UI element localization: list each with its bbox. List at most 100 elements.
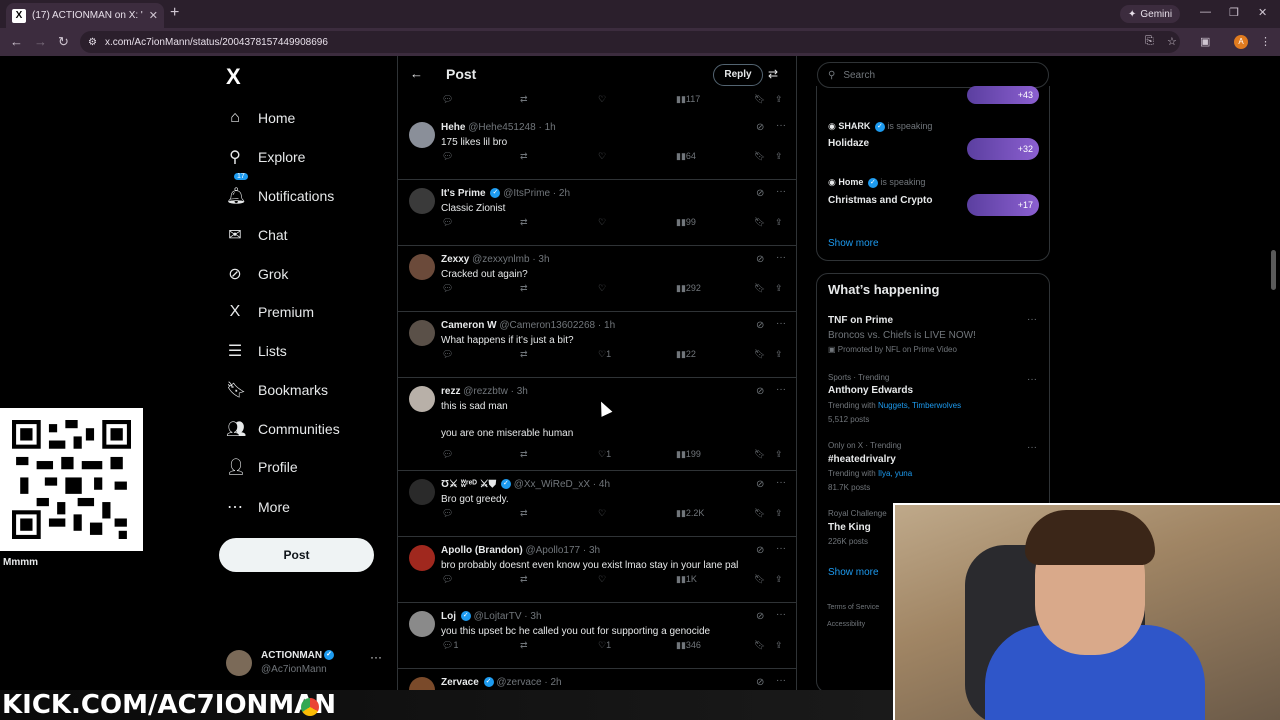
tweet-time[interactable]: · 2h [553, 188, 570, 199]
reply-icon[interactable]: 💬︎ [442, 217, 453, 228]
author-handle[interactable]: @zexxynlmb [472, 254, 529, 265]
footer-accessibility[interactable]: Accessibility [827, 621, 865, 628]
space-title[interactable]: Christmas and Crypto [828, 195, 932, 206]
side-panel-icon[interactable]: ▣ [1200, 35, 1210, 48]
grok-icon[interactable]: ⊘ [756, 611, 764, 622]
grok-icon[interactable]: ⊘ [756, 677, 764, 688]
author-handle[interactable]: @Hehe451248 [468, 122, 535, 133]
bookmark-icon[interactable]: 🔖︎ [754, 574, 765, 585]
bookmark-icon[interactable]: 🔖︎ [754, 94, 765, 105]
reply-icon[interactable]: 💬︎ [442, 349, 453, 360]
new-tab-icon[interactable]: + [170, 5, 179, 21]
avatar[interactable] [409, 254, 435, 280]
nav-item-chat[interactable]: ✉ Chat [226, 220, 287, 250]
tweet-time[interactable]: · 3h [583, 545, 600, 556]
author-handle[interactable]: @zervace [496, 677, 541, 688]
reply-tweet[interactable]: Apollo (Brandon) @Apollo177 · 3h ⊘ ··· bro … [398, 537, 796, 603]
grok-icon[interactable]: ⊘ [756, 479, 764, 490]
more-dots-icon[interactable]: ··· [776, 318, 786, 329]
nav-item-premium[interactable]: X Premium [226, 297, 314, 327]
retweet-icon[interactable]: ⇄ [520, 449, 528, 460]
more-dots-icon[interactable]: ··· [776, 477, 786, 488]
retweet-icon[interactable]: ⇄ [520, 151, 528, 162]
more-dots-icon[interactable]: ··· [370, 650, 382, 664]
retweet-icon[interactable]: ⇄ [520, 283, 528, 294]
retweet-icon[interactable]: ⇄ [520, 217, 528, 228]
author-name[interactable]: rezz [441, 386, 460, 397]
author-name[interactable]: Loj [441, 611, 456, 622]
minimize-icon[interactable]: — [1200, 6, 1211, 18]
author-name[interactable]: Apollo (Brandon) [441, 545, 523, 556]
tweet-time[interactable]: · 2h [544, 677, 561, 688]
back-icon[interactable]: ← [10, 34, 23, 49]
views-icon[interactable]: ▮▮ 22 [676, 349, 696, 360]
filter-icon[interactable]: ⇄ [768, 67, 778, 81]
author-name[interactable]: Hehe [441, 122, 465, 133]
tweet-time[interactable]: · 1h [598, 320, 615, 331]
reply-tweet[interactable]: Zexxy @zexxynlmb · 3h ⊘ ··· Cracked out aga… [398, 246, 796, 312]
reply-icon[interactable]: 💬︎ [442, 94, 453, 105]
author-name[interactable]: Zexxy [441, 254, 469, 265]
grok-icon[interactable]: ⊘ [756, 254, 764, 265]
browser-menu-icon[interactable]: ⋮ [1260, 35, 1271, 48]
site-info-icon[interactable]: ⚙ [88, 37, 97, 48]
bookmark-star-icon[interactable]: ☆ [1167, 35, 1177, 48]
maximize-icon[interactable]: ❐ [1229, 6, 1239, 19]
bookmark-icon[interactable]: 🔖︎ [754, 283, 765, 294]
avatar[interactable] [409, 188, 435, 214]
close-tab-icon[interactable]: ✕ [149, 9, 158, 22]
reply-tweet[interactable]: Ʊ⚔ ʬʳᵉᴰ ⚔⛊ ✓ @Xx_WiReD_xX · 4h ⊘ ··· Bro go… [398, 471, 796, 537]
trend-more-icon[interactable]: ··· [1027, 374, 1037, 385]
tweet-time[interactable]: · 3h [524, 611, 541, 622]
nav-item-more[interactable]: ⋯ More [226, 492, 290, 522]
post-button[interactable]: Post [219, 538, 374, 572]
reply-tweet[interactable]: rezz @rezzbtw · 3h ⊘ ··· this is sad man you… [398, 378, 796, 471]
space-listeners[interactable]: +32 [967, 138, 1039, 160]
show-more-link[interactable]: Show more [828, 238, 879, 249]
reply-icon[interactable]: 💬︎ [442, 508, 453, 519]
search-input[interactable]: ⚲ Search [817, 62, 1049, 88]
reply-icon[interactable]: 💬︎ [442, 283, 453, 294]
tweet-time[interactable]: · 3h [511, 386, 528, 397]
bookmark-icon[interactable]: 🔖︎ [754, 640, 765, 651]
avatar[interactable] [409, 320, 435, 346]
share-icon[interactable]: ⇪ [775, 217, 783, 228]
like-icon[interactable]: ♡ [598, 283, 606, 294]
trend-name[interactable]: The King [828, 522, 871, 533]
bookmark-icon[interactable]: 🔖︎ [754, 217, 765, 228]
views-icon[interactable]: ▮▮ 99 [676, 217, 696, 228]
tweet-time[interactable]: · 1h [538, 122, 555, 133]
bookmark-icon[interactable]: 🔖︎ [754, 449, 765, 460]
reply-button[interactable]: Reply [713, 64, 763, 86]
like-icon[interactable]: ♡ 1 [598, 640, 611, 651]
views-icon[interactable]: ▮▮ 117 [676, 94, 700, 105]
like-icon[interactable]: ♡ 1 [598, 349, 611, 360]
browser-profile-avatar[interactable]: A [1234, 35, 1248, 49]
avatar[interactable] [409, 611, 435, 637]
author-name[interactable]: Ʊ⚔ ʬʳᵉᴰ ⚔⛊ [441, 479, 496, 490]
forward-icon[interactable]: → [34, 34, 47, 49]
trend-more-icon[interactable]: ··· [1027, 314, 1037, 325]
like-icon[interactable]: ♡ [598, 151, 606, 162]
share-icon[interactable]: ⇪ [775, 283, 783, 294]
show-more-link[interactable]: Show more [828, 567, 879, 578]
author-name[interactable]: Zervace [441, 677, 479, 688]
reply-tweet[interactable]: Loj ✓ @LojtarTV · 3h ⊘ ··· you this upset b… [398, 603, 796, 669]
nav-item-bookmarks[interactable]: 🔖︎ Bookmarks [226, 375, 328, 405]
reload-icon[interactable]: ↻ [58, 34, 69, 50]
views-icon[interactable]: ▮▮ 346 [676, 640, 701, 651]
install-icon[interactable]: ⎘ [1145, 35, 1154, 48]
browser-tab[interactable]: X (17) ACTIONMAN on X: "Haha ✕ [6, 3, 164, 28]
space-title[interactable]: Holidaze [828, 138, 869, 149]
share-icon[interactable]: ⇪ [775, 449, 783, 460]
like-icon[interactable]: ♡ [598, 508, 606, 519]
author-handle[interactable]: @Xx_WiReD_xX [514, 479, 590, 490]
more-dots-icon[interactable]: ··· [776, 120, 786, 131]
views-icon[interactable]: ▮▮ 292 [676, 283, 701, 294]
share-icon[interactable]: ⇪ [775, 94, 783, 105]
more-dots-icon[interactable]: ··· [776, 186, 786, 197]
like-icon[interactable]: ♡ [598, 574, 606, 585]
share-icon[interactable]: ⇪ [775, 508, 783, 519]
views-icon[interactable]: ▮▮ 199 [676, 449, 701, 460]
views-icon[interactable]: ▮▮ 2.2K [676, 508, 704, 519]
